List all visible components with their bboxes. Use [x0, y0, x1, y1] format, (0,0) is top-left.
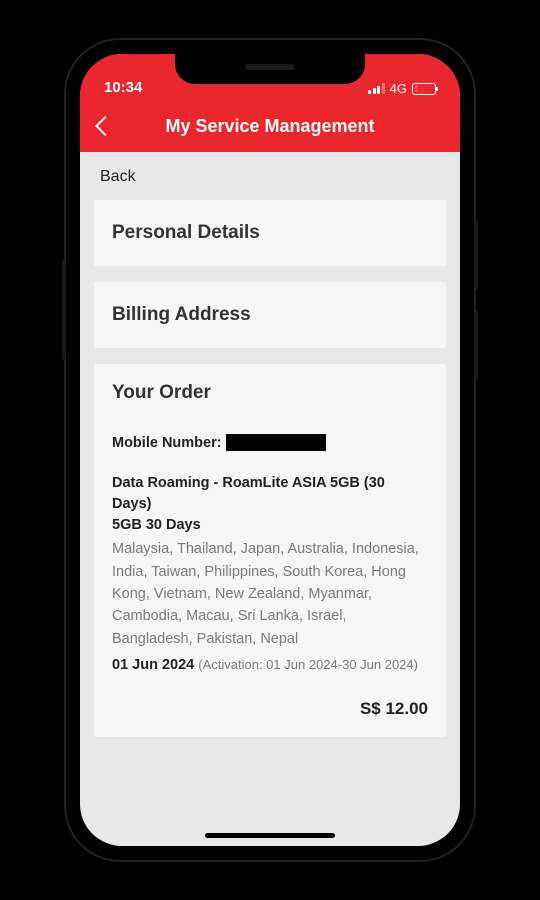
- mobile-number-label: Mobile Number:: [112, 435, 222, 451]
- status-time: 10:34: [104, 79, 142, 96]
- notch: [175, 54, 365, 84]
- status-right: 4G: [368, 81, 436, 96]
- battery-icon: [412, 83, 436, 95]
- mobile-number-value-redacted: [226, 434, 326, 451]
- screen: 10:34 4G My Service Management Back Pers…: [80, 54, 460, 846]
- product-name-line2: 5GB 30 Days: [112, 517, 201, 533]
- product-name: Data Roaming - RoamLite ASIA 5GB (30 Day…: [112, 473, 428, 536]
- countries-list: Malaysia, Thailand, Japan, Australia, In…: [112, 538, 428, 650]
- billing-address-title: Billing Address: [112, 304, 428, 326]
- activation-line: 01 Jun 2024 (Activation: 01 Jun 2024-30 …: [112, 654, 428, 676]
- activation-date: 01 Jun 2024: [112, 657, 194, 673]
- network-label: 4G: [390, 81, 407, 96]
- your-order-title: Your Order: [112, 382, 428, 404]
- power-button: [62, 260, 66, 360]
- personal-details-title: Personal Details: [112, 222, 428, 244]
- content-area[interactable]: Back Personal Details Billing Address Yo…: [80, 152, 460, 846]
- phone-frame: 10:34 4G My Service Management Back Pers…: [66, 40, 474, 860]
- nav-bar: My Service Management: [80, 100, 460, 152]
- mobile-number-row: Mobile Number:: [112, 434, 428, 451]
- back-link[interactable]: Back: [80, 152, 460, 200]
- price: S$ 12.00: [112, 699, 428, 719]
- your-order-section: Your Order Mobile Number: Data Roaming -…: [94, 364, 446, 737]
- activation-range: (Activation: 01 Jun 2024-30 Jun 2024): [198, 657, 418, 672]
- signal-icon: [368, 83, 385, 94]
- volume-down-button: [474, 310, 478, 380]
- page-title: My Service Management: [80, 116, 460, 137]
- product-name-line1: Data Roaming - RoamLite ASIA 5GB (30 Day…: [112, 475, 385, 512]
- billing-address-section[interactable]: Billing Address: [94, 282, 446, 348]
- personal-details-section[interactable]: Personal Details: [94, 200, 446, 266]
- home-indicator[interactable]: [205, 833, 335, 838]
- volume-up-button: [474, 220, 478, 290]
- back-chevron-icon[interactable]: [95, 116, 115, 136]
